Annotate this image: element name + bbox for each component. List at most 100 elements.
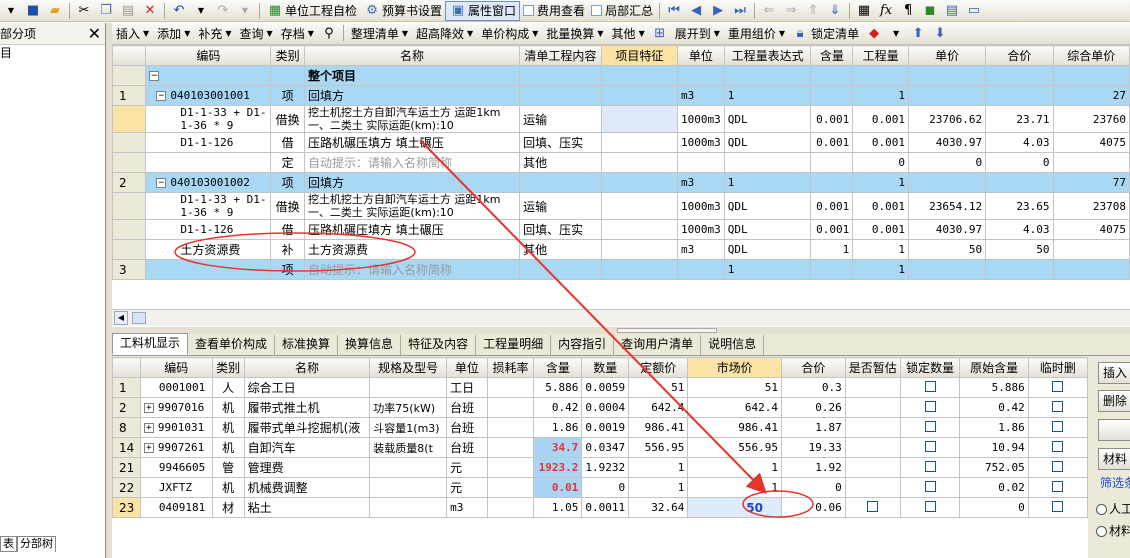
cell-content[interactable]: 其他: [519, 152, 602, 173]
header-code[interactable]: 编码: [139, 357, 213, 378]
cell-name[interactable]: 自卸汽车: [243, 437, 371, 458]
cell-unit[interactable]: 元: [446, 477, 488, 498]
cell-fixed-price[interactable]: 556.95: [628, 437, 689, 458]
cell-expr[interactable]: QDL: [723, 105, 812, 133]
cell-qty[interactable]: 0.0019: [581, 417, 630, 438]
header-temp-delete[interactable]: 临时删: [1027, 357, 1088, 378]
cell-expr[interactable]: 1: [723, 85, 812, 106]
cell-type[interactable]: 机: [211, 437, 245, 458]
row-header[interactable]: [112, 152, 147, 173]
cell-content[interactable]: 运输: [519, 105, 602, 133]
cell-total[interactable]: 0.26: [780, 397, 846, 418]
expand-tree-icon[interactable]: ⊞: [650, 23, 670, 43]
cell-qty[interactable]: 1: [852, 85, 910, 106]
cell-qty-ratio[interactable]: 1: [810, 239, 854, 260]
cell-name[interactable]: 履带式单斗挖掘机(液: [243, 417, 371, 438]
paste-icon[interactable]: ▤: [118, 1, 138, 21]
header-unit[interactable]: 单位: [446, 357, 488, 378]
cell-expr[interactable]: QDL: [723, 219, 812, 240]
cell-loss[interactable]: [486, 377, 535, 398]
unit-price-menu[interactable]: 单价构成 ▼: [477, 23, 542, 44]
radio-labor[interactable]: 人工: [1096, 500, 1130, 517]
tab-unit-price[interactable]: 查看单价构成: [188, 335, 276, 355]
lock-qty-checkbox[interactable]: [899, 397, 961, 418]
delete-button[interactable]: 删除: [1098, 390, 1130, 412]
organize-list-menu[interactable]: 整理清单 ▼: [347, 23, 412, 44]
paragraph-icon[interactable]: ¶: [898, 1, 918, 21]
row-header[interactable]: [112, 105, 147, 133]
cell-orig-ratio[interactable]: 0.02: [959, 477, 1029, 498]
partial-summary-checkbox[interactable]: [591, 5, 603, 16]
tab-labor-material-machine[interactable]: 工料机显示: [112, 333, 189, 355]
cell-estimate[interactable]: [844, 417, 901, 438]
cell-unit[interactable]: 台班: [446, 437, 488, 458]
cell-spec[interactable]: 装载质量8(t: [369, 437, 448, 458]
cell-qty[interactable]: 1.9232: [581, 457, 630, 478]
cell-fixed-price[interactable]: 986.41: [628, 417, 689, 438]
lock-qty-checkbox[interactable]: [899, 477, 961, 498]
cell-qty-ratio[interactable]: 0.001: [810, 219, 854, 240]
cell-qty[interactable]: 0.001: [852, 105, 910, 133]
cell-unit[interactable]: 1000m3: [677, 192, 725, 220]
cell-comp[interactable]: 23760: [1052, 105, 1130, 133]
cell-total[interactable]: [985, 259, 1054, 280]
cell-name[interactable]: 压路机碾压填方 填土碾压: [303, 219, 521, 240]
last-icon[interactable]: ⏭: [730, 1, 750, 21]
left-pane-tree-item[interactable]: 目: [0, 45, 105, 62]
cell-type[interactable]: 机: [211, 397, 245, 418]
cell-code[interactable]: −040103001001: [145, 85, 272, 106]
cell-feature[interactable]: [600, 192, 679, 220]
temp-delete-checkbox[interactable]: [1027, 377, 1088, 398]
cell-unit[interactable]: 台班: [446, 397, 488, 418]
cell-code[interactable]: 0001001: [139, 377, 213, 398]
table-row[interactable]: 土方资源费 补 土方资源费 其他 m3 QDL 1 1 50 50: [112, 239, 1130, 260]
row-header[interactable]: 1: [112, 377, 141, 398]
cell-type[interactable]: 人: [211, 377, 245, 398]
insert-menu[interactable]: 插入 ▼: [112, 23, 153, 44]
header-lock-qty[interactable]: 锁定数量: [899, 357, 961, 378]
cell-unit[interactable]: m3: [677, 85, 725, 106]
radio-material[interactable]: 材料: [1096, 522, 1130, 539]
cell-qty-ratio[interactable]: [810, 152, 854, 173]
height-reduction-menu[interactable]: 超高降效 ▼: [412, 23, 477, 44]
expand-icon[interactable]: +: [143, 443, 154, 453]
table-row[interactable]: 23 0409181 材 粘土 m3 1.05 0.0011 32.64 50 …: [112, 497, 1088, 518]
lock-qty-checkbox[interactable]: [899, 437, 961, 458]
lock-qty-checkbox[interactable]: [899, 377, 961, 398]
cell-feature[interactable]: [600, 85, 679, 106]
close-icon[interactable]: ✕: [88, 24, 101, 43]
tab-user-list[interactable]: 查询用户清单: [614, 335, 702, 355]
next-icon[interactable]: ▶: [708, 1, 728, 21]
cell-feature[interactable]: [600, 65, 679, 86]
collapse-icon[interactable]: −: [156, 178, 167, 188]
cell-loss[interactable]: [486, 417, 535, 438]
cell-code[interactable]: [145, 152, 272, 173]
cell-market-price[interactable]: 1: [687, 477, 782, 498]
tab-content-guide[interactable]: 内容指引: [551, 335, 615, 355]
header-feature[interactable]: 项目特征: [600, 45, 679, 66]
scroll-left-icon[interactable]: ◀: [114, 311, 128, 325]
other-menu[interactable]: 其他 ▼: [608, 23, 649, 44]
cell-loss[interactable]: [486, 457, 535, 478]
cell-content[interactable]: [519, 172, 602, 193]
cell-comp[interactable]: 4075: [1052, 132, 1130, 153]
header-total[interactable]: 合价: [780, 357, 846, 378]
lock-qty-checkbox[interactable]: [899, 417, 961, 438]
temp-delete-checkbox[interactable]: [1027, 417, 1088, 438]
lock-list-button[interactable]: 锁定清单: [811, 23, 863, 44]
tab-features[interactable]: 特征及内容: [401, 335, 477, 355]
cell-unit[interactable]: 1000m3: [677, 219, 725, 240]
arrow-down-icon[interactable]: ⬇: [930, 23, 950, 43]
delete-icon[interactable]: ✕: [140, 1, 160, 21]
cell-type[interactable]: 机: [211, 417, 245, 438]
cell-code[interactable]: +9901031: [139, 417, 213, 438]
tab-conversion-info[interactable]: 换算信息: [338, 335, 402, 355]
cell-code[interactable]: +9907016: [139, 397, 213, 418]
cell-loss[interactable]: [486, 497, 535, 518]
cell-expr[interactable]: [723, 65, 812, 86]
cell-type[interactable]: 管: [211, 457, 245, 478]
cell-code[interactable]: −040103001002: [145, 172, 272, 193]
cell-name[interactable]: 履带式推土机: [243, 397, 371, 418]
cell-ratio-modified[interactable]: 1923.2: [533, 457, 583, 478]
cell-feature[interactable]: [600, 152, 679, 173]
